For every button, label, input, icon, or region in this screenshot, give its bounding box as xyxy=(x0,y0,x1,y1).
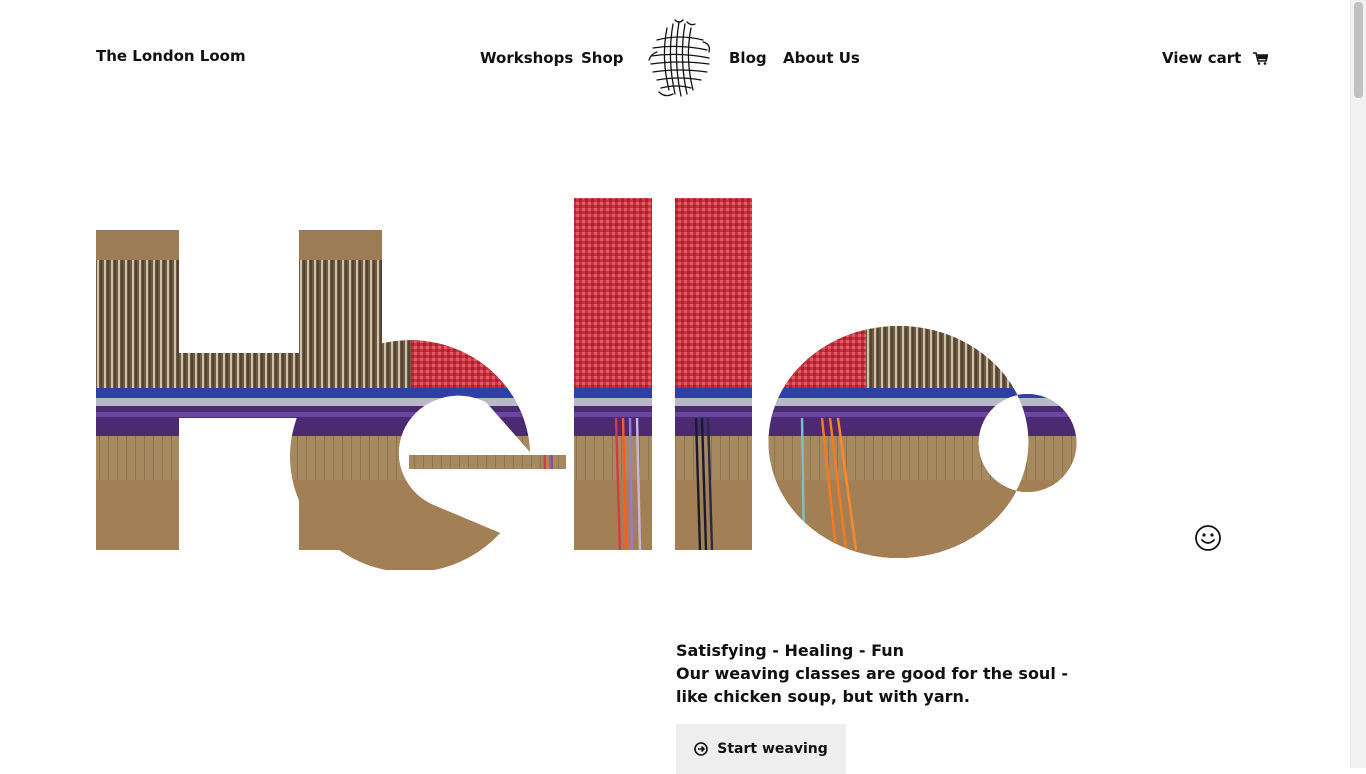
scrollbar-thumb[interactable] xyxy=(1354,2,1363,98)
smiley-face-icon xyxy=(1195,525,1221,551)
view-cart-link[interactable]: View cart xyxy=(1162,49,1269,67)
nav-link-workshops[interactable]: Workshops xyxy=(480,49,573,67)
intro-body: Our weaving classes are good for the sou… xyxy=(676,664,1069,706)
arrow-circle-right-icon xyxy=(694,742,709,756)
shopping-cart-icon xyxy=(1253,51,1269,65)
nav-link-shop[interactable]: Shop xyxy=(581,49,624,67)
start-weaving-label: Start weaving xyxy=(717,741,828,757)
nav-link-about-us[interactable]: About Us xyxy=(783,49,860,67)
start-weaving-button[interactable]: Start weaving xyxy=(676,724,846,774)
intro-text-block: Satisfying - Healing - Fun Our weaving c… xyxy=(676,639,1076,708)
hero-hello-image xyxy=(96,198,1077,570)
page-scrollbar[interactable] xyxy=(1350,0,1366,768)
view-cart-label: View cart xyxy=(1162,49,1242,67)
brand-link[interactable]: The London Loom xyxy=(96,47,246,65)
nav-link-blog[interactable]: Blog xyxy=(729,49,767,67)
woven-yarn-logo-icon[interactable] xyxy=(645,18,713,98)
intro-tagline: Satisfying - Healing - Fun xyxy=(676,641,905,660)
